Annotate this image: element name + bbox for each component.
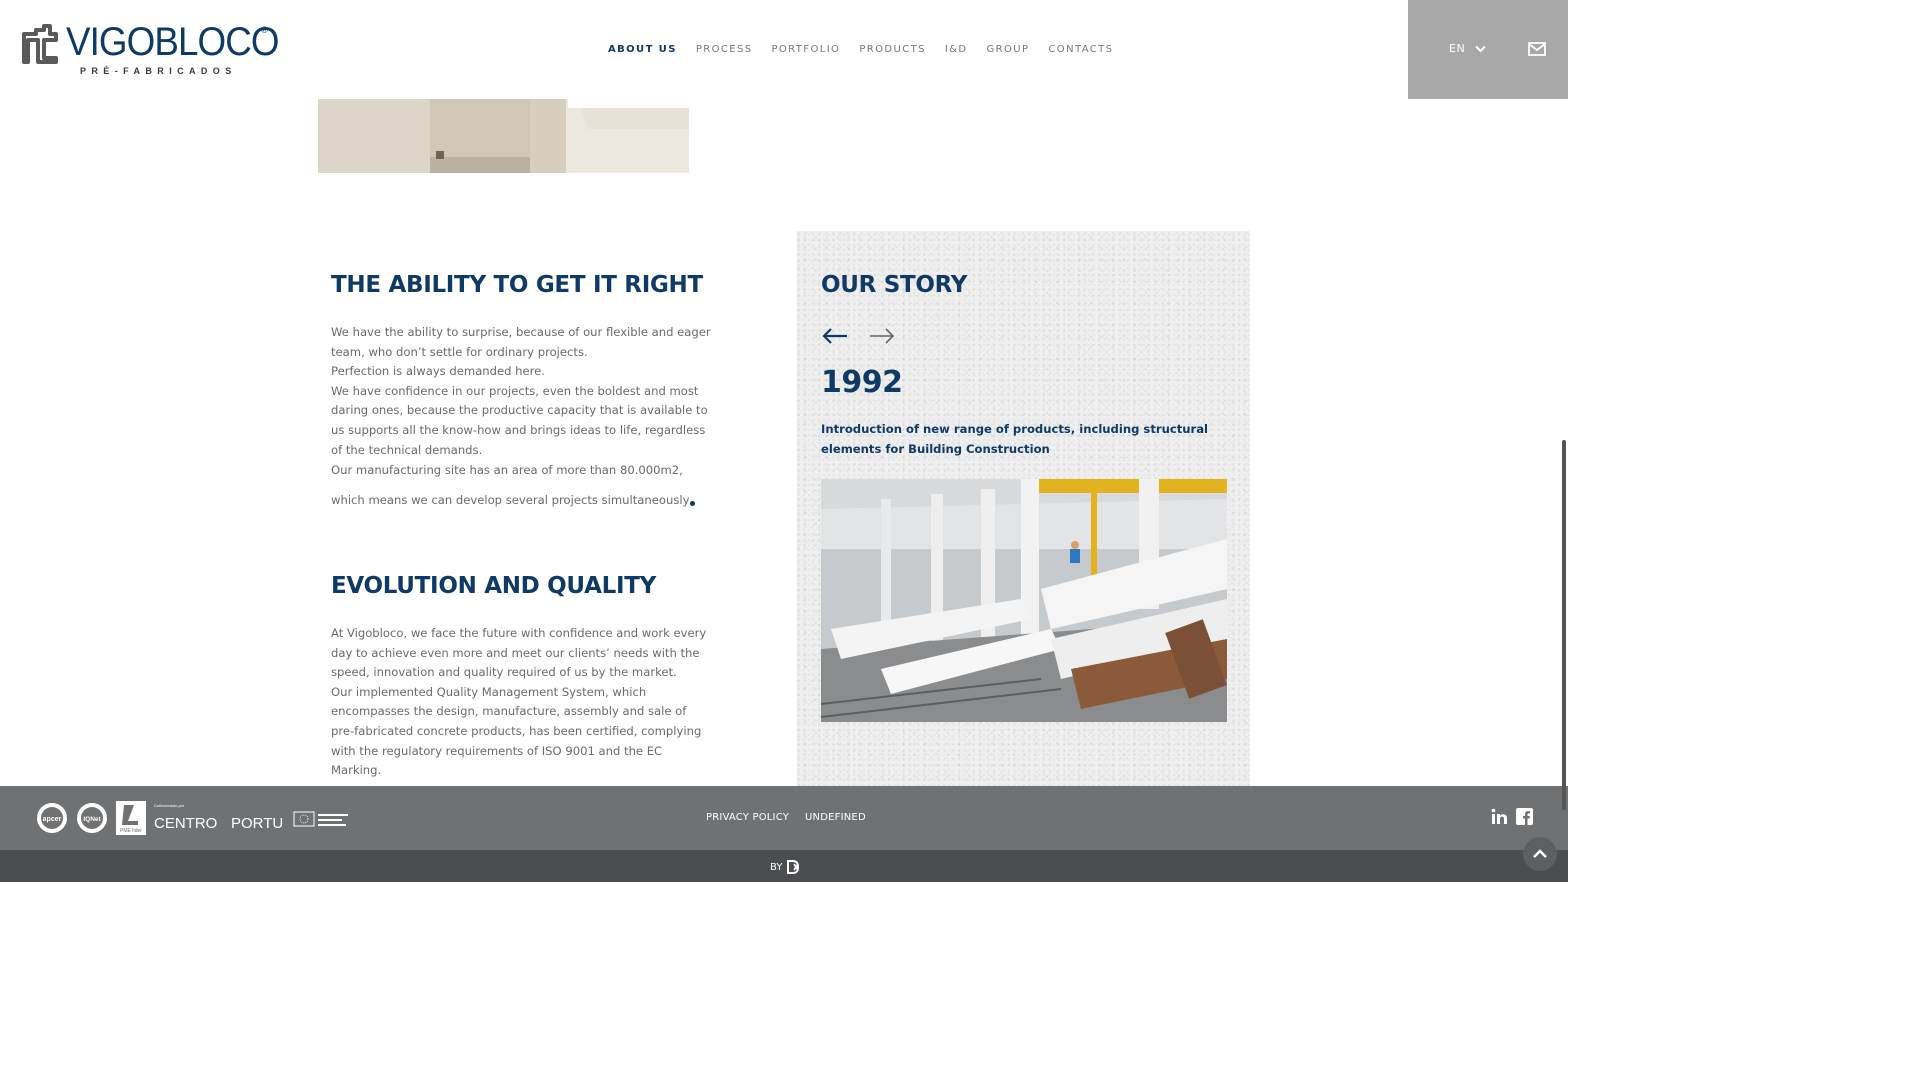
privacy-policy-link[interactable]: PRIVACY POLICY: [706, 812, 789, 823]
site-footer: apcer IQNet PME líder Cofinanciado por C…: [0, 786, 1568, 850]
about-us-photo: [318, 99, 689, 173]
story-title: OUR STORY: [821, 272, 968, 298]
main-nav: ABOUT US PROCESS PORTFOLIO PRODUCTS I&D …: [608, 44, 1132, 55]
nav-products[interactable]: PRODUCTS: [859, 44, 926, 55]
evolution-title: EVOLUTION AND QUALITY: [331, 573, 656, 599]
scroll-to-top-button[interactable]: [1523, 837, 1557, 871]
credit-label: BY: [770, 861, 783, 873]
brand-registered: ®: [260, 26, 269, 36]
brand-tagline: PRÉ-FABRICADOS: [80, 66, 237, 76]
story-year: 1992: [821, 365, 903, 400]
ability-line: Our manufacturing site has an area of mo…: [331, 455, 711, 515]
credits-bar: BY: [0, 850, 1568, 882]
ability-line: We have the ability to surprise, because…: [331, 325, 711, 359]
nav-about-us[interactable]: ABOUT US: [608, 44, 677, 55]
centro-2020-logo: Cofinanciado por CENTRO 2020: [154, 803, 222, 832]
language-label: EN: [1449, 42, 1466, 55]
cofinanced-text: Cofinanciado por: [154, 803, 185, 808]
site-header: VIGOBLOCO ® PRÉ-FABRICADOS ABOUT US PROC…: [0, 0, 1568, 99]
nav-portfolio[interactable]: PORTFOLIO: [771, 44, 840, 55]
nav-process[interactable]: PROCESS: [696, 44, 753, 55]
facebook-icon[interactable]: [1516, 808, 1533, 825]
certification-logos: apcer IQNet PME líder Cofinanciado por C…: [36, 800, 352, 836]
language-selector[interactable]: EN: [1449, 42, 1486, 55]
story-description: Introduction of new range of products, i…: [821, 422, 1209, 456]
evolution-line: At Vigobloco, we face the future with co…: [331, 626, 707, 680]
iqnet-logo: IQNet: [77, 803, 107, 833]
factory-photo: [821, 479, 1227, 722]
chevron-up-icon: [1533, 849, 1547, 858]
our-story-panel: OUR STORY 1992 Introduction of new range…: [797, 231, 1250, 786]
ability-line: Perfection is always demanded here.: [331, 364, 545, 379]
portugal-2020-logo: PORTUGAL 2020: [231, 815, 284, 832]
nav-group[interactable]: GROUP: [987, 44, 1030, 55]
ability-text: We have the ability to surprise, because…: [331, 323, 711, 515]
prev-arrow-icon[interactable]: [821, 327, 849, 345]
header-utility-panel: EN: [1408, 0, 1568, 99]
apcer-logo-text: apcer: [43, 816, 62, 823]
apcer-logo: apcer: [37, 803, 67, 833]
pme-lider-logo: PME líder: [116, 801, 146, 835]
linkedin-icon[interactable]: [1491, 808, 1508, 825]
portugal-2020-text: PORTUGAL 2020: [231, 815, 284, 832]
agency-logo-icon: [787, 860, 800, 874]
footer-links: PRIVACY POLICY UNDEFINED: [706, 812, 866, 823]
nav-i-and-d[interactable]: I&D: [945, 44, 968, 55]
ability-line: We have confidence in our projects, even…: [331, 383, 708, 457]
next-arrow-icon[interactable]: [868, 327, 896, 345]
eu-fund-logo: [293, 811, 348, 827]
developer-credit[interactable]: BY: [770, 860, 800, 874]
scrollbar-thumb[interactable]: [1562, 440, 1566, 810]
iqnet-logo-text: IQNet: [83, 816, 101, 823]
mail-icon[interactable]: [1528, 41, 1546, 57]
logo-mark-icon: [22, 24, 58, 64]
undefined-link[interactable]: UNDEFINED: [805, 812, 866, 823]
nav-contacts[interactable]: CONTACTS: [1048, 44, 1113, 55]
pme-lider-logo-text: PME líder: [120, 828, 142, 834]
ability-line-text: Our manufacturing site has an area of mo…: [331, 463, 690, 508]
centro-2020-text: CENTRO 2020: [154, 815, 222, 832]
brand-name: VIGOBLOCO: [66, 20, 279, 64]
brand-logo[interactable]: VIGOBLOCO ® PRÉ-FABRICADOS: [22, 20, 279, 80]
evolution-line: Our implemented Quality Management Syste…: [331, 684, 702, 778]
ability-title: THE ABILITY TO GET IT RIGHT: [331, 272, 703, 298]
evolution-text: At Vigobloco, we face the future with co…: [331, 624, 711, 781]
bullet-dot: [690, 501, 696, 507]
chevron-down-icon: [1475, 45, 1486, 52]
